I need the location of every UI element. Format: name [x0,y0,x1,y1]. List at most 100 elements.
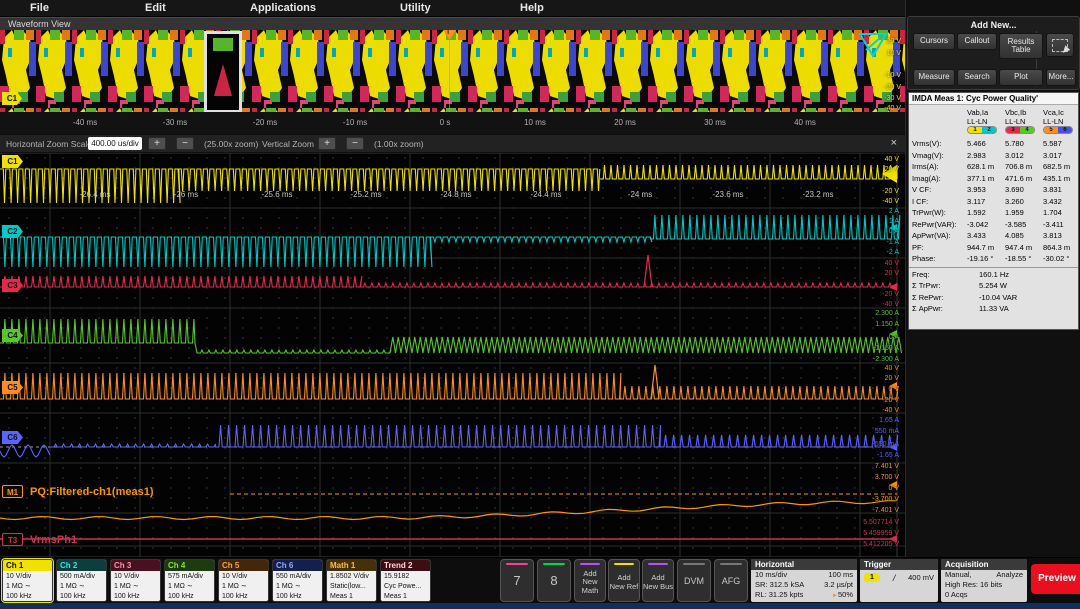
vzoom-plus-button[interactable]: + [318,137,336,150]
menu-item-file[interactable]: File [30,2,49,14]
badge-ch2[interactable]: Ch 2500 mA/div1 MΩ ∼100 kHz [56,559,107,602]
channel-badge-t3[interactable]: T3 [2,533,23,546]
draw-a-box-button[interactable] [1046,33,1074,57]
zoomed-waveform-plot[interactable]: -26.4 ms-26 ms-25.6 ms-25.2 ms-24.8 ms-2… [0,152,905,557]
overview-time-label: -30 ms [163,118,187,127]
badge-body: 575 mA/div1 MΩ ∼100 kHz [165,571,214,602]
divider [909,267,1078,268]
badge-ch5[interactable]: Ch 510 V/div1 MΩ ∼100 kHz [218,559,269,602]
menu-item-applications[interactable]: Applications [250,2,316,14]
accent-line [720,563,742,565]
results-column-sub: LL-LN [1005,117,1043,126]
badge-line: 10 V/div [6,572,52,582]
zoom-time-label: -24.4 ms [530,190,561,199]
add-new-add-new-ref-button[interactable]: Add New Ref [608,559,640,602]
add-new-more-[interactable]: More... [1046,69,1076,86]
hzoom-minus-button[interactable]: − [176,137,194,150]
waveform-overview[interactable]: T C1 -40 ms-30 ms-20 ms-10 ms0 s10 ms20 … [0,30,905,134]
measurement-value: -3.585 [1005,220,1026,229]
measurement-value: 5.587 [1043,139,1062,148]
measurement-value: 1.704 [1043,208,1062,217]
badge-line: 100 kHz [60,592,106,602]
accent-line [506,563,528,565]
hzoom-plus-button[interactable]: + [148,137,166,150]
tool-badge-label: AFG [722,576,741,586]
zoom-time-label: -26.4 ms [79,190,110,199]
overview-scale-label: 10 V [887,50,901,57]
preview-button[interactable]: Preview [1031,564,1080,594]
acquisition-panel[interactable]: Acquisition Manual,Analyze High Res: 16 … [941,559,1027,602]
scale-label-c6: 550 mA [875,428,899,436]
add-new-search[interactable]: Search [957,69,997,86]
scale-label-m1: 0 V [888,485,899,493]
trace-label-m1: PQ:Filtered-ch1(meas1) [30,486,153,498]
bottom-settings-bar: Ch 110 V/div1 MΩ ∼100 kHzCh 2500 mA/div1… [0,557,1080,608]
imda-results-table[interactable]: IMDA Meas 1: Cyc Power Quality' Vab,IaLL… [908,92,1079,330]
add-new-add-new-bus-button[interactable]: Add New Bus [642,559,674,602]
add-new-results-table[interactable]: Results Table [999,33,1043,59]
measurement-value: 1.592 [967,208,986,217]
trigger-level-icon[interactable] [858,32,888,58]
trigger-panel[interactable]: Trigger 1 / 400 mV [860,559,938,602]
waveform-view-tab[interactable]: Waveform View [8,19,71,29]
scale-label-m1: 7.401 V [875,463,899,471]
badge-line: Static(low... [330,582,376,592]
horizontal-row: RL: 31.25 kpts►50% [751,590,857,601]
badge-dvm[interactable]: DVM [677,559,711,602]
inactive-channel-number: 7 [513,573,520,588]
scale-label-c4: 0 A [889,334,899,342]
results-column-header: Vca,Ic [1043,108,1080,117]
horizontal-title: Horizontal [751,559,857,570]
menu-item-help[interactable]: Help [520,2,544,14]
badge-body: 10 V/div1 MΩ ∼100 kHz [219,571,268,602]
source-pill: 12 [967,126,997,134]
badge-math1[interactable]: Math 11.8502 V/divStatic(low...Meas 1 [326,559,377,602]
zoom-close-icon[interactable]: × [891,137,897,149]
badge-line: 100 kHz [222,592,268,602]
scale-label-t3: 5.412205 V [863,541,899,549]
measurement-value: 3.260 [1005,197,1024,206]
scale-label-c3: -40 V [882,301,899,309]
scale-label-c6: 1.65 A [879,417,899,425]
add-new-add-new-math-button[interactable]: Add New Math [574,559,606,602]
menu-item-utility[interactable]: Utility [400,2,431,14]
scale-label-c4: 1.150 A [875,321,899,329]
zoombox-detail [214,64,232,96]
horizontal-panel[interactable]: Horizontal 10 ms/div100 msSR: 312.5 kSA3… [751,559,857,602]
inactive-channel-7[interactable]: 7 [500,559,534,602]
badge-body: 500 mA/div1 MΩ ∼100 kHz [57,571,106,602]
add-new-callout[interactable]: Callout [957,33,997,50]
measurement-value: -30.02 ° [1043,254,1069,263]
channel-badge-m1[interactable]: M1 [2,485,23,498]
overview-scale-label: -30 V [884,95,901,102]
vzoom-minus-button[interactable]: − [346,137,364,150]
measurement-value: 706.8 m [1005,162,1032,171]
c3-trace [360,283,897,287]
horizontal-value-left: RL: 31.25 kpts [755,590,803,601]
horizontal-value-right: 3.2 µs/pt [824,580,853,590]
add-new-cursors[interactable]: Cursors [913,33,955,50]
badge-ch4[interactable]: Ch 4575 mA/div1 MΩ ∼100 kHz [164,559,215,602]
summary-label: Freq: [912,270,930,279]
horizontal-zoom-scale-input[interactable]: 400.00 us/div [88,137,142,150]
scale-label-c5: -40 V [882,407,899,415]
badge-ch6[interactable]: Ch 6550 mA/div1 MΩ ∼100 kHz [272,559,323,602]
source-pill: 34 [1005,126,1035,134]
trigger-level: 400 mV [908,573,934,583]
menu-item-edit[interactable]: Edit [145,2,166,14]
badge-trend2[interactable]: Trend 215.9182Cyc Powe...Meas 1 [380,559,431,602]
add-new-plot[interactable]: Plot [999,69,1043,86]
add-new-panel: Add New... CursorsCalloutResults Table Me… [907,16,1080,90]
results-table-title: IMDA Meas 1: Cyc Power Quality' [909,93,1078,105]
inactive-channel-8[interactable]: 8 [537,559,571,602]
measurement-value: 3.953 [967,185,986,194]
trigger-position-line [449,30,450,112]
c4-trace [390,337,902,353]
zoom-selection-box[interactable] [204,31,242,113]
add-new-title: Add New... [908,20,1079,30]
inactive-channel-number: 8 [550,573,557,588]
add-new-measure[interactable]: Measure [913,69,955,86]
badge-ch3[interactable]: Ch 310 V/div1 MΩ ∼100 kHz [110,559,161,602]
badge-afg[interactable]: AFG [714,559,748,602]
badge-ch1[interactable]: Ch 110 V/div1 MΩ ∼100 kHz [2,559,53,602]
